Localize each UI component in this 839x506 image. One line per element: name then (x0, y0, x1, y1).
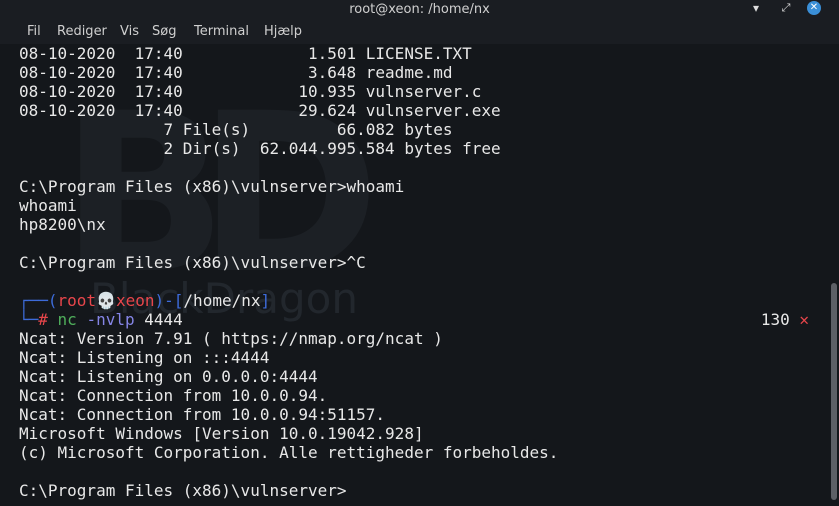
exit-code: 130 (760, 310, 790, 329)
menu-terminal[interactable]: Terminal (194, 24, 249, 39)
exit-status: 130 ✕ (761, 310, 809, 329)
menu-bar: Fil Rediger Vis Søg Terminal Hjælp (0, 20, 839, 44)
prompt-line-top: ┌──(root💀xeon)-[/home/nx] (19, 291, 829, 310)
output-line: 2 Dir(s) 62.044.995.584 bytes free (19, 139, 501, 158)
output-line: Microsoft Windows [Version 10.0.19042.92… (19, 424, 424, 443)
scrollbar-thumb[interactable] (831, 283, 837, 500)
output-line: C:\Program Files (x86)\vulnserver>whoami (19, 177, 405, 196)
maximize-icon[interactable]: ⤢ (778, 0, 794, 18)
prompt-line-command: └─# nc -nvlp 4444 130 ✕ (19, 310, 829, 329)
menu-fil[interactable]: Fil (27, 24, 41, 39)
output-line: 08-10-2020 17:40 10.935 vulnserver.c (19, 82, 482, 101)
prompt-path: /home/nx (183, 291, 261, 310)
menu-vis[interactable]: Vis (120, 24, 139, 39)
terminal-window: root@xeon: /home/nx ▾ ⤢ ✕ Fil Rediger Vi… (0, 0, 839, 506)
error-x-icon: ✕ (799, 310, 809, 329)
title-bar: root@xeon: /home/nx ▾ ⤢ ✕ (0, 0, 839, 20)
output-line: Ncat: Listening on :::4444 (19, 348, 270, 367)
menu-rediger[interactable]: Rediger (57, 24, 107, 39)
output-line: 08-10-2020 17:40 29.624 vulnserver.exe (19, 101, 501, 120)
output-line: (c) Microsoft Corporation. Alle rettighe… (19, 443, 559, 462)
close-icon[interactable]: ✕ (807, 1, 821, 15)
window-title: root@xeon: /home/nx (349, 2, 490, 17)
output-line: whoami (19, 196, 77, 215)
terminal-output[interactable]: BD BlackDragon 08-10-2020 17:40 1.501 LI… (0, 44, 839, 506)
output-line: Ncat: Connection from 10.0.0.94. (19, 386, 328, 405)
prompt-end: ] (260, 291, 271, 310)
command-arg: 4444 (144, 310, 183, 329)
output-line: 08-10-2020 17:40 3.648 readme.md (19, 63, 453, 82)
command-name: nc (57, 310, 77, 329)
prompt-corner-top: ┌──( (19, 291, 58, 310)
output-line: 7 File(s) 66.082 bytes (19, 120, 453, 139)
prompt-separator: )-[ (154, 291, 184, 310)
menu-sog[interactable]: Søg (152, 24, 176, 39)
menu-hjaelp[interactable]: Hjælp (264, 24, 302, 39)
command-flag: -nvlp (86, 310, 135, 329)
current-prompt-line[interactable]: C:\Program Files (x86)\vulnserver> (19, 481, 829, 500)
output-line: Ncat: Listening on 0.0.0.0:4444 (19, 367, 318, 386)
output-line: hp8200\nx (19, 215, 106, 234)
minimize-icon[interactable]: ▾ (748, 0, 764, 18)
prompt-hash: # (38, 310, 48, 329)
output-line: Ncat: Connection from 10.0.0.94:51157. (19, 405, 386, 424)
terminal-lines: 08-10-2020 17:40 1.501 LICENSE.TXT 08-10… (19, 44, 829, 500)
prompt-corner-bottom: └─ (19, 310, 39, 329)
output-line: C:\Program Files (x86)\vulnserver>^C (19, 253, 366, 272)
prompt-user: root💀xeon (57, 291, 155, 310)
output-line: 08-10-2020 17:40 1.501 LICENSE.TXT (19, 44, 472, 63)
output-line: Ncat: Version 7.91 ( https://nmap.org/nc… (19, 329, 443, 348)
